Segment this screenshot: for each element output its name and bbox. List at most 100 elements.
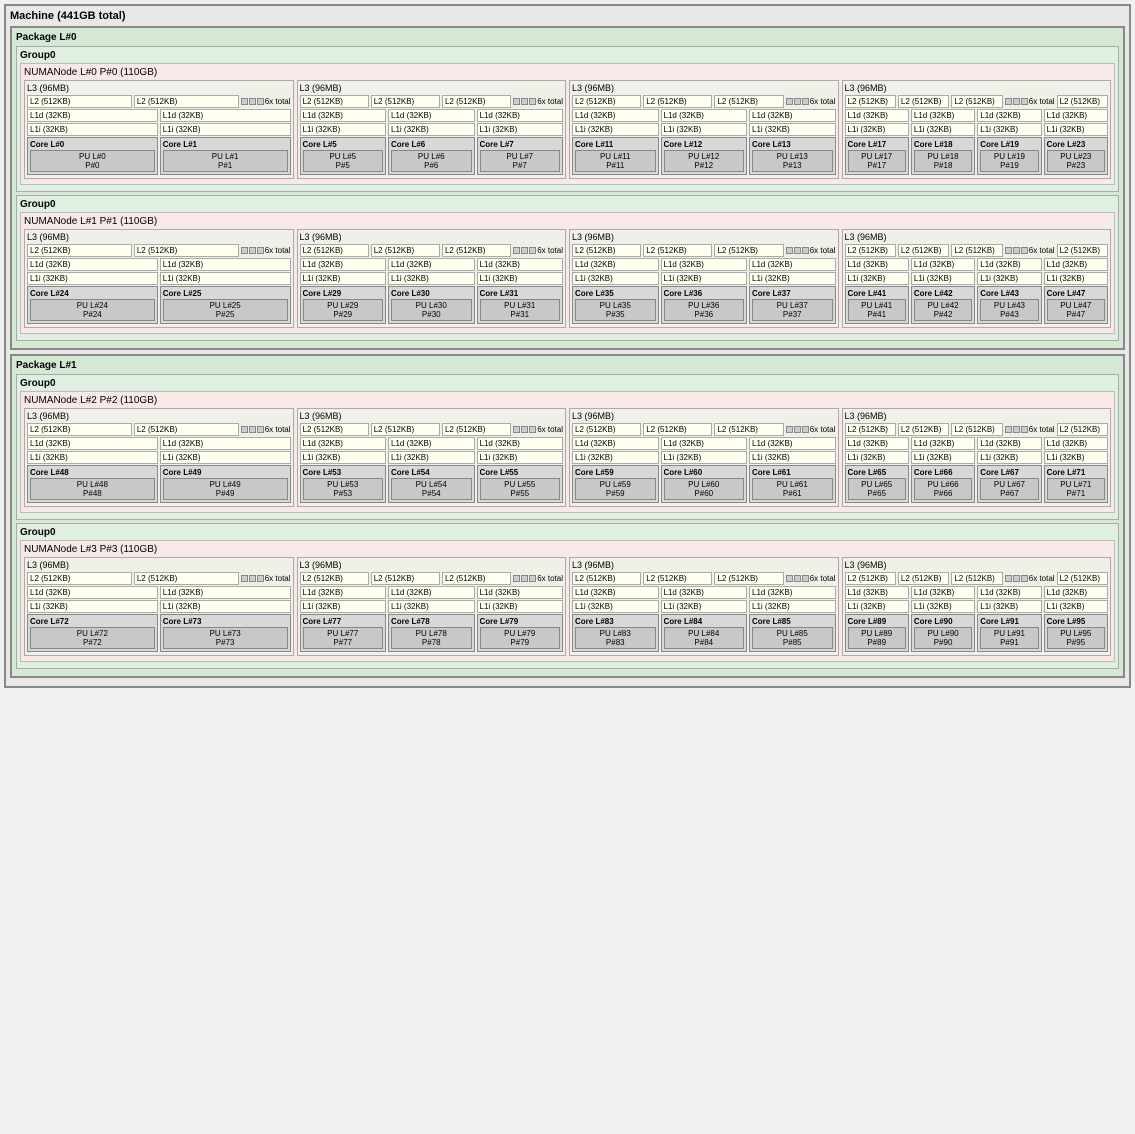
l2-box-11: L2 (512KB): [1057, 95, 1108, 108]
machine-box: Machine (441GB total) Package L#0 Group0…: [4, 4, 1131, 688]
l3-0-0-1-title: L3 (96MB): [300, 83, 564, 93]
group-1-0: Group0 NUMANode L#2 P#2 (110GB) L3 (96MB…: [16, 374, 1119, 520]
l3-0-1-1: L3 (96MB) L2 (512KB) L2 (512KB) L2 (512K…: [297, 229, 567, 328]
l2-row-0-0-3: L2 (512KB) L2 (512KB) L2 (512KB) 6x tota…: [845, 95, 1109, 108]
pu-11: PU L#11P#11: [575, 150, 656, 172]
core-0-title: Core L#0: [30, 140, 155, 149]
pu-12: PU L#12P#12: [664, 150, 745, 172]
core-13-title: Core L#13: [752, 140, 833, 149]
package-0-title: Package L#0: [16, 32, 1119, 43]
numa-1-1-title: NUMANode L#3 P#3 (110GB): [24, 544, 1111, 555]
core-0: Core L#0 PU L#0P#0: [27, 137, 158, 175]
l2-b-1: L2 (512KB): [134, 244, 239, 257]
core-11: Core L#11 PU L#11P#11: [572, 137, 659, 175]
core-row-0-0-3: Core L#17 PU L#17P#17 Core L#18 PU L#18P…: [845, 137, 1109, 175]
numa-0-1: NUMANode L#1 P#1 (110GB) L3 (96MB) L2 (5…: [20, 212, 1115, 334]
core-19-title: Core L#19: [980, 140, 1038, 149]
l1d-8: L1d (32KB): [845, 109, 909, 122]
l2-box-10: L2 (512KB): [951, 95, 1002, 108]
numa-1-0-title: NUMANode L#2 P#2 (110GB): [24, 395, 1111, 406]
core-1-title: Core L#1: [163, 140, 288, 149]
l3-0-0-2-title: L3 (96MB): [572, 83, 836, 93]
core-12: Core L#12 PU L#12P#12: [661, 137, 748, 175]
numa-0-0: NUMANode L#0 P#0 (110GB) L3 (96MB) L2 (5…: [20, 63, 1115, 185]
l3-0-0-0-title: L3 (96MB): [27, 83, 291, 93]
l1i-1: L1i (32KB): [160, 123, 291, 136]
l3-0-0-2: L3 (96MB) L2 (512KB) L2 (512KB) L2 (512K…: [569, 80, 839, 179]
cache-label-0: 6x total: [265, 97, 291, 106]
l1i-6: L1i (32KB): [661, 123, 748, 136]
pu-19: PU L#19P#19: [980, 150, 1038, 172]
core-7: Core L#7 PU L#7P#7: [477, 137, 564, 175]
package-1-title: Package L#1: [16, 360, 1119, 371]
core-row-0-0-2: Core L#11 PU L#11P#11 Core L#12 PU L#12P…: [572, 137, 836, 175]
l3-row-0-1: L3 (96MB) L2 (512KB) L2 (512KB) 6x total: [24, 229, 1111, 328]
l1d-10: L1d (32KB): [977, 109, 1041, 122]
l1d-2: L1d (32KB): [300, 109, 387, 122]
l1d-row-0-0-3: L1d (32KB) L1d (32KB) L1d (32KB) L1d (32…: [845, 109, 1109, 122]
l3-row-0-0: L3 (96MB) L2 (512KB) L2 (512KB) 6x total: [24, 80, 1111, 179]
core-13: Core L#13 PU L#13P#13: [749, 137, 836, 175]
group-1-1-title: Group0: [20, 527, 1115, 538]
core-18-title: Core L#18: [914, 140, 972, 149]
pu-23: PU L#23P#23: [1047, 150, 1105, 172]
core-1: Core L#1 PU L#1P#1: [160, 137, 291, 175]
cache-label-1: 6x total: [537, 97, 563, 106]
l1i-row-0-0-2: L1i (32KB) L1i (32KB) L1i (32KB): [572, 123, 836, 136]
numa-0-0-title: NUMANode L#0 P#0 (110GB): [24, 67, 1111, 78]
core-row-0-0-1: Core L#5 PU L#5P#5 Core L#6 PU L#6P#6 Co…: [300, 137, 564, 175]
l1d-0: L1d (32KB): [27, 109, 158, 122]
l1i-8: L1i (32KB): [845, 123, 909, 136]
l2-box-6: L2 (512KB): [643, 95, 712, 108]
l2-row-0-0-0: L2 (512KB) L2 (512KB) 6x total: [27, 95, 291, 108]
pu-13: PU L#13P#13: [752, 150, 833, 172]
core-7-title: Core L#7: [480, 140, 561, 149]
l1d-11: L1d (32KB): [1044, 109, 1108, 122]
l2-row-0-0-1: L2 (512KB) L2 (512KB) L2 (512KB) 6x tota…: [300, 95, 564, 108]
cache-sq-11: [1013, 98, 1020, 105]
core-row-0-0-0: Core L#0 PU L#0P#0 Core L#1 PU L#1P#1: [27, 137, 291, 175]
l1i-0: L1i (32KB): [27, 123, 158, 136]
cache-sq-1: [241, 98, 248, 105]
core-18: Core L#18 PU L#18P#18: [911, 137, 975, 175]
l2-box-3: L2 (512KB): [371, 95, 440, 108]
group-1-0-title: Group0: [20, 378, 1115, 389]
core-6-title: Core L#6: [391, 140, 472, 149]
pu-6: PU L#6P#6: [391, 150, 472, 172]
l1d-5: L1d (32KB): [572, 109, 659, 122]
l3-0-1-0-title: L3 (96MB): [27, 232, 291, 242]
l1i-7: L1i (32KB): [749, 123, 836, 136]
core-17: Core L#17 PU L#17P#17: [845, 137, 909, 175]
pu-7: PU L#7P#7: [480, 150, 561, 172]
core-17-title: Core L#17: [848, 140, 906, 149]
pu-5: PU L#5P#5: [303, 150, 384, 172]
l3-row-1-0: L3 (96MB) L2 (512KB) L2 (512KB) 6x total: [24, 408, 1111, 507]
l1i-row-0-0-0: L1i (32KB) L1i (32KB): [27, 123, 291, 136]
l1d-row-0-0-0: L1d (32KB) L1d (32KB): [27, 109, 291, 122]
cache-label-3: 6x total: [1029, 97, 1055, 106]
core-6: Core L#6 PU L#6P#6: [388, 137, 475, 175]
l1i-2: L1i (32KB): [300, 123, 387, 136]
l2-box-9: L2 (512KB): [898, 95, 949, 108]
l1i-11: L1i (32KB): [1044, 123, 1108, 136]
l1d-row-0-0-2: L1d (32KB) L1d (32KB) L1d (32KB): [572, 109, 836, 122]
pu-0: PU L#0P#0: [30, 150, 155, 172]
l2-b-0: L2 (512KB): [27, 244, 132, 257]
core-11-title: Core L#11: [575, 140, 656, 149]
group-1-1: Group0 NUMANode L#3 P#3 (110GB) L3 (96MB…: [16, 523, 1119, 669]
l1i-row-0-0-3: L1i (32KB) L1i (32KB) L1i (32KB) L1i (32…: [845, 123, 1109, 136]
group-0-0: Group0 NUMANode L#0 P#0 (110GB) L3 (96MB…: [16, 46, 1119, 192]
core-5-title: Core L#5: [303, 140, 384, 149]
l1d-1: L1d (32KB): [160, 109, 291, 122]
group-0-0-title: Group0: [20, 50, 1115, 61]
l2-box-0: L2 (512KB): [27, 95, 132, 108]
cache-ind-0: 6x total: [241, 97, 291, 106]
l3-0-1-2: L3 (96MB) L2 (512KB) L2 (512KB) L2 (512K…: [569, 229, 839, 328]
numa-1-1: NUMANode L#3 P#3 (110GB) L3 (96MB) L2 (5…: [20, 540, 1115, 662]
l3-row-1-1: L3 (96MB) L2 (512KB) L2 (512KB) 6x total: [24, 557, 1111, 656]
l2-box-1: L2 (512KB): [134, 95, 239, 108]
cache-sq-4: [513, 98, 520, 105]
core-12-title: Core L#12: [664, 140, 745, 149]
cache-sq-12: [1021, 98, 1028, 105]
cache-sq-6: [529, 98, 536, 105]
